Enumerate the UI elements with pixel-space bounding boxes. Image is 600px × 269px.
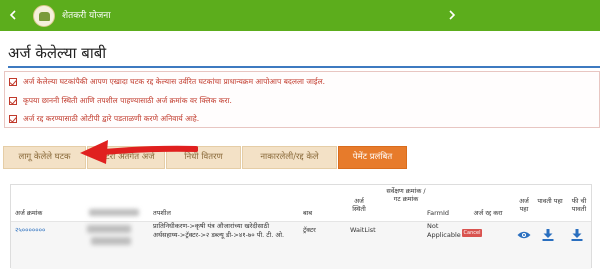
- tab-applied-items[interactable]: लागू केलेले घटक: [3, 146, 86, 169]
- farm-id-line-2: Applicable: [427, 231, 461, 239]
- col-header-view-receipt: पावती पहा: [537, 197, 563, 205]
- notice-item: अर्ज रद्द करण्यासाठी ओटीपी द्वारे पडताळण…: [9, 113, 199, 125]
- annotation-arrow-icon: [80, 140, 198, 164]
- notice-text: अर्ज केलेल्या घटकांपैकी आपण एखादा घटक रद…: [23, 77, 326, 86]
- col-header-item: बाब: [303, 209, 313, 217]
- status-cell: WaitList: [350, 226, 376, 234]
- redacted-text: [87, 225, 131, 233]
- checkbox-icon: [9, 78, 17, 86]
- item-cell: ट्रॅक्टर: [303, 226, 316, 234]
- details-line-1: प्रातिनिधीकरण->कृषी यंत्र औजारांच्या खरे…: [153, 222, 270, 230]
- title-divider: [8, 66, 600, 68]
- app-title: शेतकरी योजना: [62, 11, 111, 21]
- col-header-fee-receipt: फी ची पावती: [571, 197, 587, 213]
- redacted-text: [91, 237, 131, 245]
- chevron-left-icon[interactable]: [8, 10, 18, 20]
- applications-table: अर्ज क्रमांक तपशील बाब अर्ज स्थिती सर्वे…: [10, 184, 592, 269]
- col-header-view-application: अर्ज पहा: [519, 197, 529, 213]
- application-number-link[interactable]: २५०००००००: [15, 226, 45, 235]
- notice-box: अर्ज केलेल्या घटकांपैकी आपण एखादा घटक रद…: [4, 71, 600, 128]
- col-header-cancel: अर्ज रद्द करा: [473, 209, 503, 217]
- chevron-right-icon[interactable]: [447, 10, 457, 20]
- checkbox-icon: [9, 97, 17, 105]
- details-line-2: अर्थसहाय्य->ट्रॅक्टर->२ डब्ल्यू डी->४१-७…: [153, 231, 285, 239]
- tab-rejected-cancelled[interactable]: नाकारलेली/रद्द केले: [242, 146, 337, 169]
- col-header-details: तपशील: [153, 209, 171, 217]
- col-header-application-no: अर्ज क्रमांक: [15, 209, 43, 217]
- col-header-survey-no: सर्वेक्षण क्रमांक / गट क्रमांक: [386, 187, 426, 203]
- download-receipt-icon[interactable]: [542, 229, 554, 241]
- tab-payment-pending[interactable]: पेमेंट प्रलंबित: [338, 146, 407, 169]
- checkbox-icon: [9, 115, 17, 123]
- app-logo: [33, 5, 55, 27]
- col-header-status: अर्ज स्थिती: [352, 197, 366, 213]
- page-title: अर्ज केलेल्या बाबी: [8, 44, 107, 62]
- notice-text: अर्ज रद्द करण्यासाठी ओटीपी द्वारे पडताळण…: [23, 114, 200, 123]
- notice-item: अर्ज केलेल्या घटकांपैकी आपण एखादा घटक रद…: [9, 76, 325, 88]
- col-header-farm-id: FarmId: [427, 209, 450, 217]
- top-app-bar: शेतकरी योजना: [0, 0, 600, 31]
- download-fee-receipt-icon[interactable]: [571, 229, 583, 241]
- notice-item: कृपया छाननी स्थिती आणि तपशील पाहण्यासाठी…: [9, 95, 232, 107]
- cancel-button[interactable]: Cancel: [462, 229, 482, 237]
- eye-icon[interactable]: [517, 231, 531, 239]
- farm-id-line-1: Not: [427, 222, 439, 230]
- notice-text: कृपया छाननी स्थिती आणि तपशील पाहण्यासाठी…: [23, 96, 232, 105]
- redacted-text: [89, 209, 139, 216]
